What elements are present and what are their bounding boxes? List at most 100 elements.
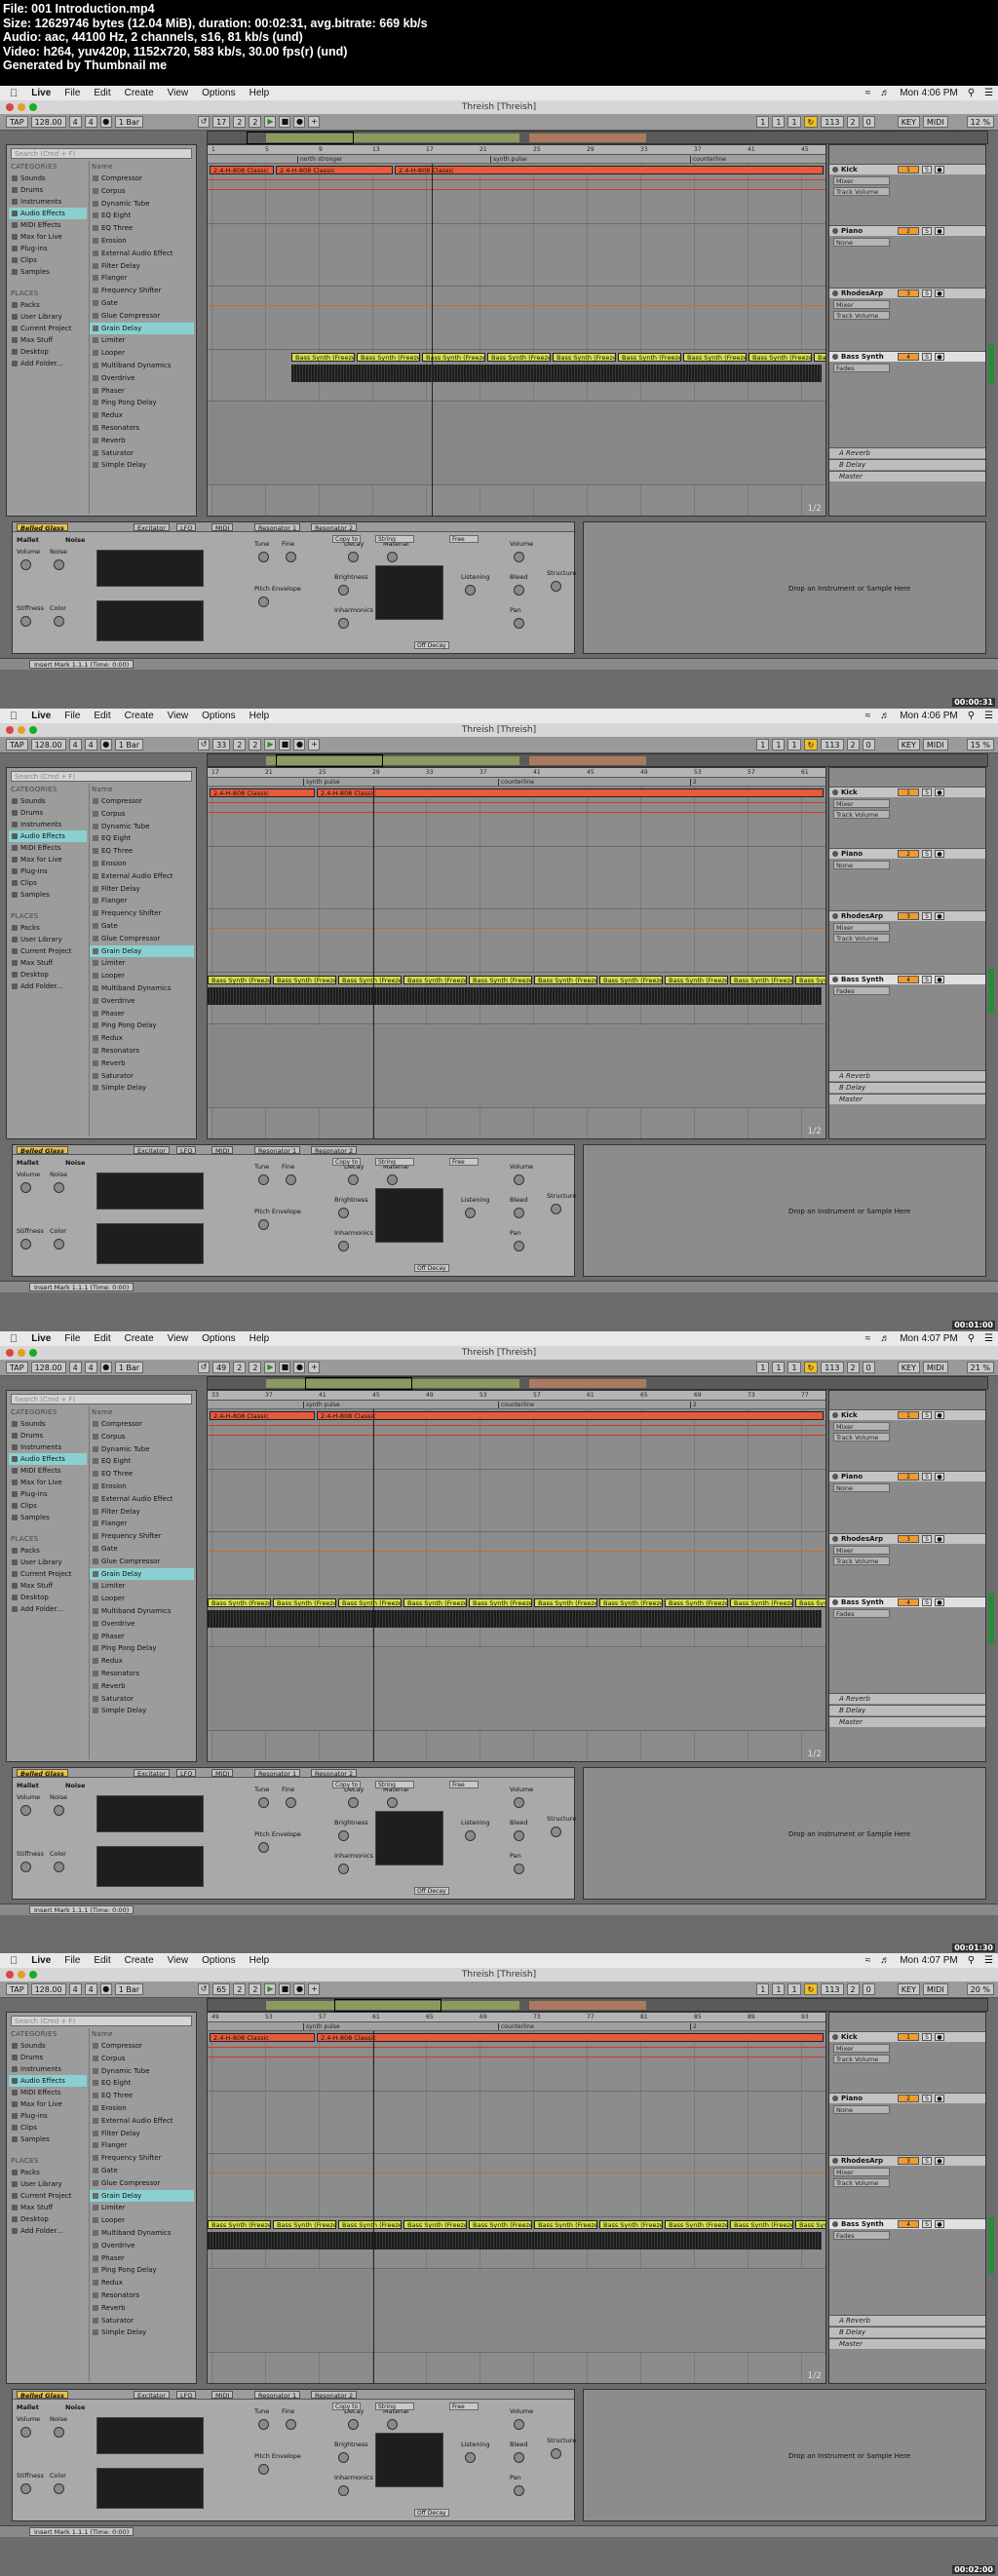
param-knob[interactable]: [465, 1830, 476, 1841]
record-icon[interactable]: ●: [293, 739, 306, 750]
tap-button[interactable]: TAP: [6, 116, 28, 128]
device-tab[interactable]: Excitator: [134, 2391, 170, 2400]
category-item[interactable]: MIDI Effects: [9, 1465, 87, 1477]
effect-item[interactable]: EQ Three: [90, 2090, 194, 2102]
noise-label[interactable]: Noise: [65, 1782, 85, 1789]
return-track[interactable]: B Delay: [829, 2326, 985, 2337]
track-header[interactable]: Kick 1 S ● Mixer Track Volume: [829, 164, 985, 196]
menu-3[interactable]: Create: [118, 88, 161, 98]
effect-item[interactable]: EQ Eight: [90, 210, 194, 222]
arrangement-view[interactable]: 49 53 57 61 65 69 73 77 81 85 89 93 synth pulse count…: [207, 2012, 826, 2384]
device-tab[interactable]: MIDI: [211, 2391, 234, 2400]
menu-1[interactable]: File: [58, 1955, 87, 1966]
effect-item[interactable]: Glue Compressor: [90, 310, 194, 323]
quantize-select[interactable]: 1 Bar: [114, 1983, 144, 1995]
bass-clip[interactable]: Bass Synth (Freeze): [338, 2220, 402, 2229]
category-item[interactable]: Max for Live: [9, 1477, 87, 1488]
return-track[interactable]: Master: [829, 2338, 985, 2349]
lane-piano[interactable]: [208, 1471, 825, 1532]
bass-clip[interactable]: Bass Synth (Freeze): [469, 1598, 532, 1607]
param-knob[interactable]: [258, 1797, 269, 1808]
place-item[interactable]: Current Project: [9, 323, 87, 334]
category-item[interactable]: Samples: [9, 2134, 87, 2145]
filter-display[interactable]: [96, 1846, 204, 1887]
bass-clip[interactable]: Bass Synth (Freeze): [273, 2220, 336, 2229]
loop-start[interactable]: 1: [756, 116, 770, 128]
automation-chooser[interactable]: Mixer: [833, 923, 890, 932]
overdub-icon[interactable]: +: [308, 1983, 321, 1995]
arrangement-overview[interactable]: [207, 131, 988, 144]
locator-marker[interactable]: 2: [690, 2023, 697, 2030]
effect-item[interactable]: Simple Delay: [90, 459, 194, 472]
record-icon[interactable]: ●: [293, 1983, 306, 1995]
device-tab[interactable]: Resonator 1: [254, 1146, 301, 1155]
loop-start-beat[interactable]: 1: [772, 1983, 786, 1995]
effect-item[interactable]: Phaser: [90, 2252, 194, 2265]
instrument-dropzone[interactable]: Drop an Instrument or Sample Here: [583, 1767, 986, 1900]
apple-icon[interactable]: : [0, 88, 24, 99]
bass-clip[interactable]: Bass Synth (Freeze): [487, 353, 551, 362]
search-icon[interactable]: ⚲: [963, 1333, 979, 1344]
param-knob[interactable]: [20, 559, 31, 570]
effect-item[interactable]: Glue Compressor: [90, 1556, 194, 1568]
filter-display[interactable]: [96, 2468, 204, 2509]
close-icon[interactable]: [6, 1971, 14, 1979]
tap-button[interactable]: TAP: [6, 1983, 28, 1995]
category-item[interactable]: Samples: [9, 1512, 87, 1523]
lane-rhodes[interactable]: [208, 2155, 825, 2217]
param-knob[interactable]: [387, 552, 398, 562]
instrument-dropzone[interactable]: Drop an Instrument or Sample Here: [583, 2389, 986, 2521]
type-select[interactable]: String: [375, 2403, 414, 2410]
bass-clip[interactable]: Bass Synth (Freeze): [599, 2220, 663, 2229]
category-item[interactable]: Audio Effects: [9, 830, 87, 842]
track-activator[interactable]: 1: [898, 788, 919, 796]
quantize-select[interactable]: 1 Bar: [114, 1362, 144, 1373]
metronome-icon[interactable]: ●: [99, 739, 112, 750]
menu-1[interactable]: File: [58, 1333, 87, 1344]
envelope-display[interactable]: [96, 1173, 204, 1210]
bass-clip[interactable]: Bass Synth (Freeze): [403, 2220, 467, 2229]
category-item[interactable]: Drums: [9, 2052, 87, 2063]
automation-line[interactable]: [208, 2047, 825, 2048]
filter-display[interactable]: [96, 1223, 204, 1264]
loop-length-beat[interactable]: 2: [846, 1362, 860, 1373]
return-track[interactable]: B Delay: [829, 459, 985, 470]
menu-4[interactable]: View: [161, 88, 196, 98]
automation-chooser[interactable]: Fades: [833, 2231, 890, 2240]
track-header[interactable]: RhodesArp 3 S ● Mixer Track Volume: [829, 910, 985, 942]
automation-param[interactable]: Track Volume: [833, 934, 890, 942]
arm-icon[interactable]: ●: [935, 1411, 944, 1419]
loop-start-beat[interactable]: 1: [772, 116, 786, 128]
category-item[interactable]: Max for Live: [9, 231, 87, 243]
category-item[interactable]: Samples: [9, 266, 87, 278]
automation-line[interactable]: [208, 928, 825, 929]
effect-item[interactable]: EQ Three: [90, 1468, 194, 1480]
menu-1[interactable]: File: [58, 711, 87, 721]
envelope-display[interactable]: [96, 2417, 204, 2454]
track-header[interactable]: RhodesArp 3 S ● Mixer Track Volume: [829, 1533, 985, 1565]
bass-clip[interactable]: Bass Synth (Freeze): [357, 353, 420, 362]
copy-button[interactable]: Copy to: [332, 1158, 362, 1166]
clock[interactable]: Mon 4:07 PM: [895, 1333, 962, 1344]
loop-length-beat[interactable]: 2: [846, 116, 860, 128]
lane-bass[interactable]: Bass Synth (Freeze) Bass Synth (Freeze) Ba…: [208, 351, 825, 402]
loop-switch[interactable]: ↻: [803, 739, 819, 750]
effect-item[interactable]: Saturator: [90, 1693, 194, 1706]
menu-4[interactable]: View: [161, 1333, 196, 1344]
automation-param[interactable]: Track Volume: [833, 2055, 890, 2063]
effect-item[interactable]: Resonators: [90, 1668, 194, 1680]
automation-param[interactable]: Track Volume: [833, 2178, 890, 2187]
effect-item[interactable]: Ping Pong Delay: [90, 1019, 194, 1032]
bass-clip[interactable]: Bass Synth (Freeze): [403, 976, 467, 984]
place-item[interactable]: Max Stuff: [9, 2202, 87, 2213]
close-icon[interactable]: [6, 1349, 14, 1357]
solo-button[interactable]: S: [922, 2157, 932, 2165]
category-item[interactable]: Plug-ins: [9, 2110, 87, 2122]
automation-chooser[interactable]: None: [833, 238, 890, 247]
place-item[interactable]: Desktop: [9, 346, 87, 358]
param-knob[interactable]: [551, 1826, 561, 1837]
bass-clip[interactable]: Bass Synth (Freeze): [665, 1598, 728, 1607]
param-knob[interactable]: [20, 2427, 31, 2438]
solo-button[interactable]: S: [922, 788, 932, 796]
overview-selection[interactable]: [247, 132, 354, 144]
